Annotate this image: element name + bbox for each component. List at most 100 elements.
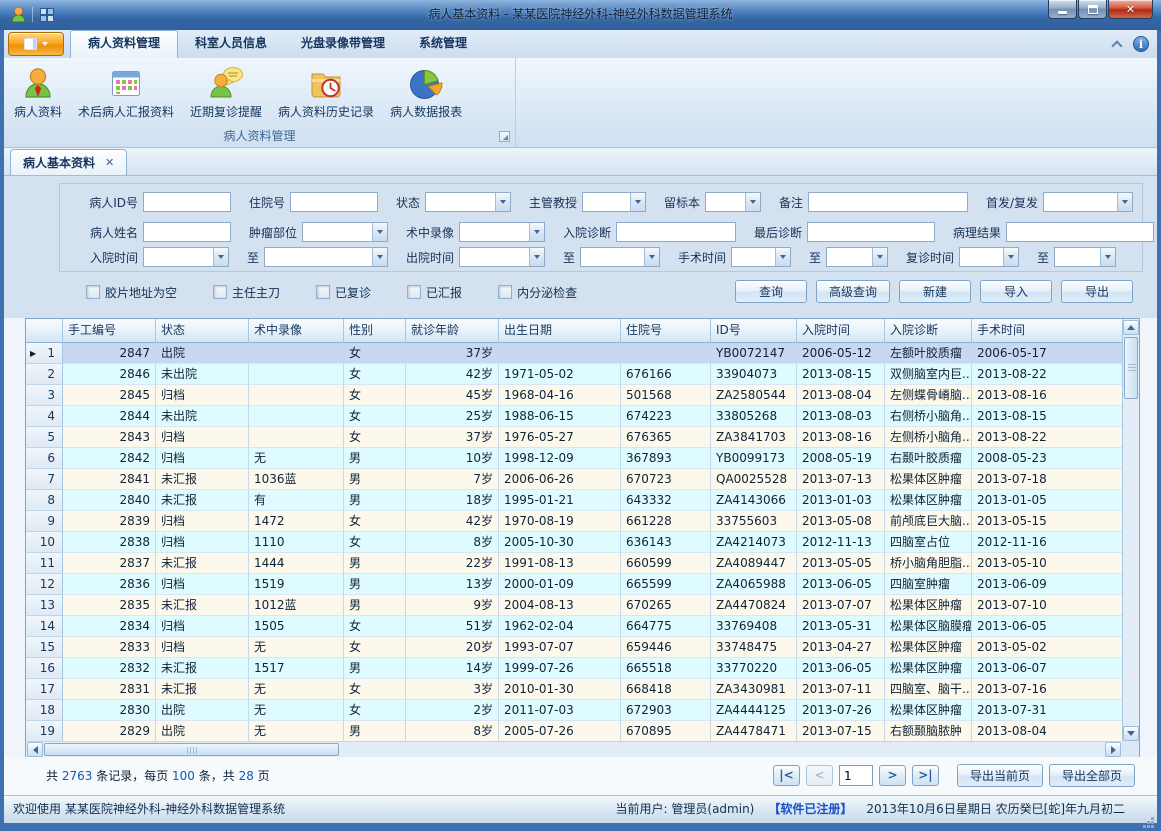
surgery-date-to-combobox[interactable] [826, 247, 888, 267]
tab-patient-basic-info[interactable]: 病人基本资料 ✕ [10, 149, 127, 175]
chief-surgeon-checkbox[interactable]: 主任主刀 [213, 284, 280, 301]
chevron-down-icon[interactable] [372, 248, 387, 266]
table-row[interactable]: 62842归档无男10岁1998-12-09367893YB0099173200… [26, 448, 1139, 469]
column-header-row-indicator[interactable] [26, 319, 63, 343]
table-row[interactable]: 82840未汇报有男18岁1995-01-21643332ZA414306620… [26, 490, 1139, 511]
reported-checkbox[interactable]: 已汇报 [407, 284, 462, 301]
patient-name-input[interactable] [143, 222, 231, 242]
specimen-combobox[interactable] [705, 192, 761, 212]
chevron-down-icon[interactable] [213, 248, 228, 266]
table-row[interactable]: ▶12847出院女37岁YB00721472006-05-12左额叶胶质瘤200… [26, 343, 1139, 364]
final-diagnosis-input[interactable] [807, 222, 935, 242]
collapse-ribbon-icon[interactable] [1111, 40, 1122, 51]
table-row[interactable]: 92839归档1472女42岁1970-08-19661228337556032… [26, 511, 1139, 532]
table-row[interactable]: 122836归档1519男13岁2000-01-09665599ZA406598… [26, 574, 1139, 595]
chevron-down-icon[interactable] [1117, 193, 1132, 211]
table-row[interactable]: 22846未出院女42岁1971-05-02676166339040732013… [26, 364, 1139, 385]
table-row[interactable]: 132835未汇报1012蓝男9岁2004-08-13670265ZA44708… [26, 595, 1139, 616]
admission-date-from-combobox[interactable] [143, 247, 229, 267]
chevron-down-icon[interactable] [529, 248, 544, 266]
chevron-down-icon[interactable] [630, 193, 645, 211]
maximize-button[interactable] [1078, 0, 1107, 19]
advanced-query-button[interactable]: 高级查询 [816, 280, 890, 303]
vertical-scrollbar[interactable] [1122, 319, 1139, 742]
table-row[interactable]: 172831未汇报无女3岁2010-01-30668418ZA343098120… [26, 679, 1139, 700]
column-header-admission-date[interactable]: 入院时间 [797, 319, 885, 343]
dialog-launcher-icon[interactable] [499, 131, 510, 142]
horizontal-scrollbar[interactable] [26, 741, 1122, 757]
scroll-left-button[interactable] [27, 742, 43, 757]
followup-date-from-combobox[interactable] [959, 247, 1019, 267]
ribbon-tab-system-management[interactable]: 系统管理 [402, 30, 484, 58]
application-menu-button[interactable] [8, 32, 64, 56]
table-row[interactable]: 72841未汇报1036蓝男7岁2006-06-26670723QA002552… [26, 469, 1139, 490]
registered-link[interactable]: 【软件已注册】 [768, 796, 852, 822]
scroll-down-button[interactable] [1123, 726, 1139, 741]
new-button[interactable]: 新建 [899, 280, 971, 303]
discharge-date-from-combobox[interactable] [459, 247, 545, 267]
next-page-button[interactable]: > [879, 765, 906, 786]
chevron-down-icon[interactable] [529, 223, 544, 241]
table-row[interactable]: 52843归档女37岁1976-05-27676365ZA38417032013… [26, 427, 1139, 448]
chevron-down-icon[interactable] [644, 248, 659, 266]
first-or-recurrence-combobox[interactable] [1043, 192, 1133, 212]
surgery-video-combobox[interactable] [459, 222, 545, 242]
admission-diagnosis-input[interactable] [616, 222, 736, 242]
vertical-scrollbar-thumb[interactable] [1124, 337, 1138, 399]
endocrine-exam-checkbox[interactable]: 内分泌检查 [498, 284, 577, 301]
followup-date-to-combobox[interactable] [1054, 247, 1116, 267]
title-bar[interactable]: 病人基本资料 - 某某医院神经外科-神经外科数据管理系统 ✕ [0, 0, 1161, 30]
ribbon-tab-patient-data-management[interactable]: 病人资料管理 [70, 30, 178, 58]
table-row[interactable]: 162832未汇报1517男14岁1999-07-266655183377022… [26, 658, 1139, 679]
professor-combobox[interactable] [582, 192, 646, 212]
export-all-pages-button[interactable]: 导出全部页 [1049, 764, 1135, 787]
chevron-down-icon[interactable] [1100, 248, 1115, 266]
first-page-button[interactable]: |< [773, 765, 800, 786]
chevron-down-icon[interactable] [1003, 248, 1018, 266]
column-header-gender[interactable]: 性别 [344, 319, 406, 343]
export-button[interactable]: 导出 [1061, 280, 1133, 303]
ribbon-button-patient-reports[interactable]: 病人数据报表 [382, 61, 470, 123]
column-header-id-no[interactable]: ID号 [711, 319, 797, 343]
last-page-button[interactable]: >| [912, 765, 939, 786]
column-header-birth-date[interactable]: 出生日期 [499, 319, 621, 343]
status-combobox[interactable] [425, 192, 511, 212]
ribbon-button-patient-history[interactable]: 病人资料历史记录 [270, 61, 382, 123]
export-current-page-button[interactable]: 导出当前页 [957, 764, 1043, 787]
ribbon-tab-department-staff[interactable]: 科室人员信息 [178, 30, 284, 58]
table-row[interactable]: 102838归档1110女8岁2005-10-30636143ZA4214073… [26, 532, 1139, 553]
film-address-empty-checkbox[interactable]: 胶片地址为空 [86, 284, 177, 301]
admission-no-input[interactable] [290, 192, 378, 212]
minimize-button[interactable] [1048, 0, 1077, 19]
ribbon-button-postop-report-data[interactable]: 术后病人汇报资料 [70, 61, 182, 123]
chevron-down-icon[interactable] [872, 248, 887, 266]
table-row[interactable]: 192829出院无男8岁2005-07-26670895ZA4478471201… [26, 721, 1139, 742]
pathology-result-input[interactable] [1006, 222, 1154, 242]
info-icon[interactable]: i [1133, 36, 1149, 52]
ribbon-button-patient-data[interactable]: 病人资料 [6, 61, 70, 123]
column-header-age-at-visit[interactable]: 就诊年龄 [406, 319, 499, 343]
table-row[interactable]: 182830出院无女2岁2011-07-03672903ZA4444125201… [26, 700, 1139, 721]
column-header-surgery-video[interactable]: 术中录像 [249, 319, 344, 343]
page-number-input[interactable] [839, 765, 873, 786]
table-row[interactable]: 152833归档无女20岁1993-07-0765944633748475201… [26, 637, 1139, 658]
import-button[interactable]: 导入 [980, 280, 1052, 303]
patient-id-input[interactable] [143, 192, 231, 212]
column-header-admission-diagnosis[interactable]: 入院诊断 [885, 319, 972, 343]
ribbon-tab-disc-video-management[interactable]: 光盘录像带管理 [284, 30, 402, 58]
close-button[interactable]: ✕ [1108, 0, 1153, 19]
table-row[interactable]: 42844未出院女25岁1988-06-15674223338052682013… [26, 406, 1139, 427]
query-button[interactable]: 查询 [735, 280, 807, 303]
tumor-site-combobox[interactable] [302, 222, 388, 242]
discharge-date-to-combobox[interactable] [580, 247, 660, 267]
column-header-manual-no[interactable]: 手工编号 [63, 319, 156, 343]
table-row[interactable]: 142834归档1505女51岁1962-02-0466477533769408… [26, 616, 1139, 637]
surgery-date-from-combobox[interactable] [731, 247, 791, 267]
table-row[interactable]: 112837未汇报1444男22岁1991-08-13660599ZA40894… [26, 553, 1139, 574]
table-row[interactable]: 32845归档女45岁1968-04-16501568ZA25805442013… [26, 385, 1139, 406]
chevron-down-icon[interactable] [372, 223, 387, 241]
chevron-down-icon[interactable] [495, 193, 510, 211]
chevron-down-icon[interactable] [745, 193, 760, 211]
previous-page-button[interactable]: < [806, 765, 833, 786]
column-header-admission-no[interactable]: 住院号 [621, 319, 711, 343]
